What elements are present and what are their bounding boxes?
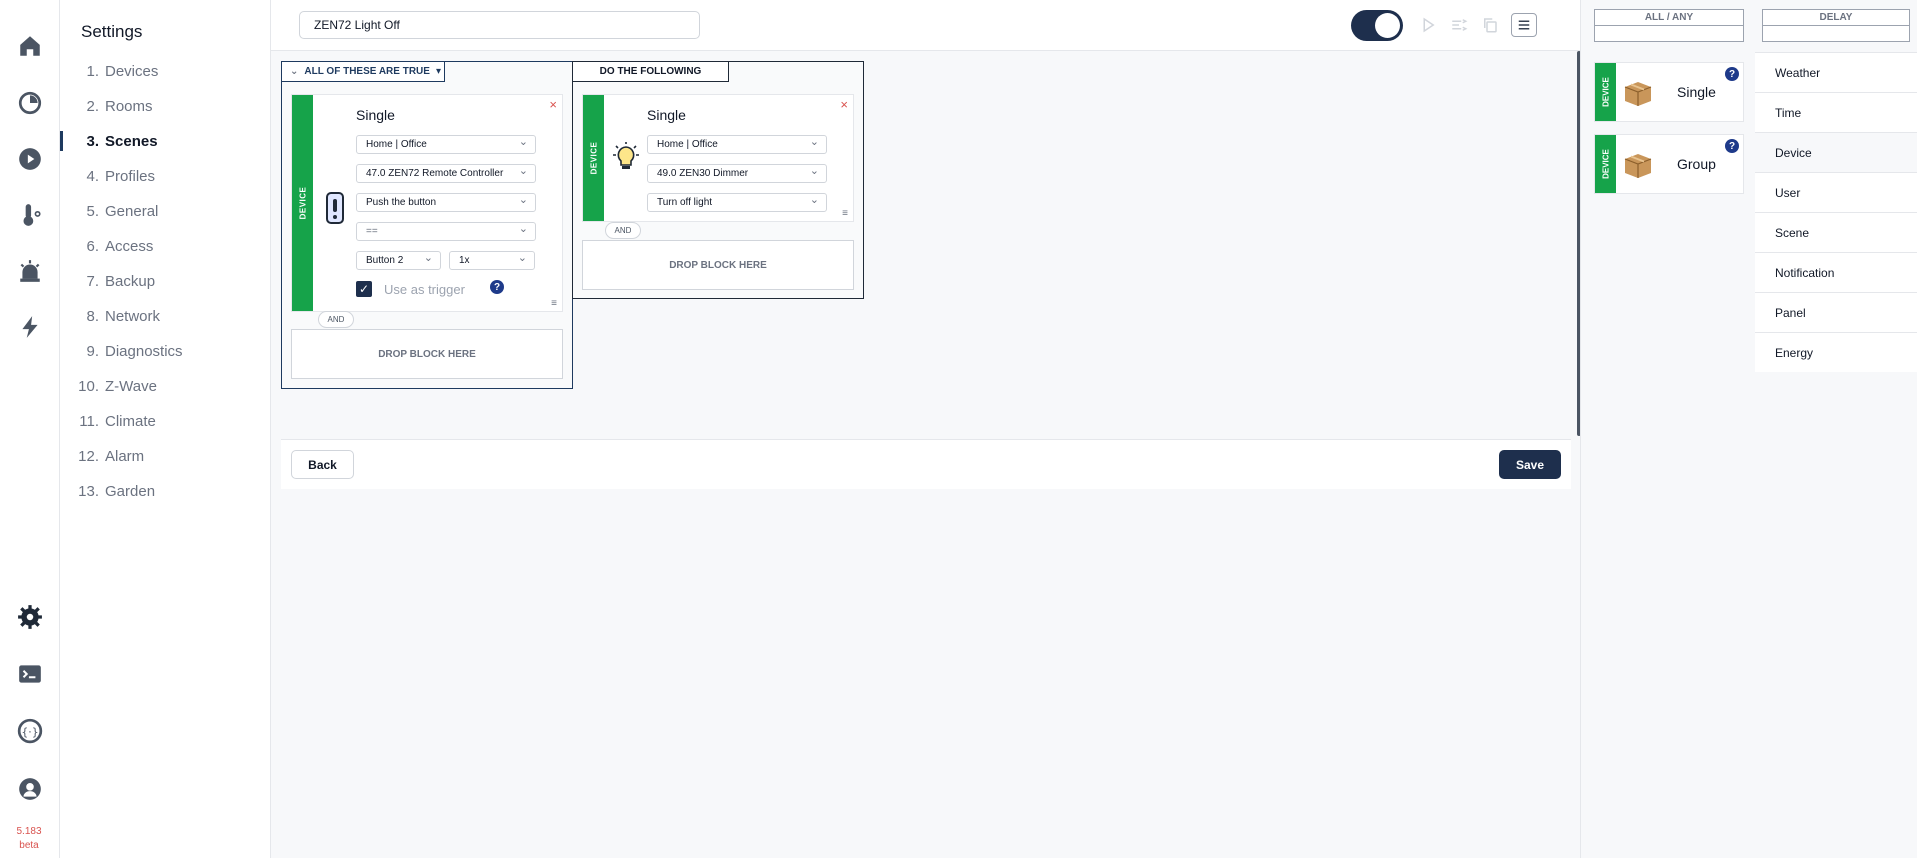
help-icon[interactable]: ?	[1725, 67, 1739, 81]
menu-item-network[interactable]: 8. Network	[60, 299, 271, 334]
conditions-mode-dropdown[interactable]: ⌄ ALL OF THESE ARE TRUE ▾	[281, 61, 445, 82]
action-device-card[interactable]: DEVICE × Single Home | Office 49.0 ZEN30…	[582, 94, 854, 222]
tab-delay[interactable]: DELAY	[1762, 9, 1910, 42]
operator-select[interactable]: ==	[356, 222, 536, 241]
menu-item-garden[interactable]: 13. Garden	[60, 474, 271, 509]
scene-enabled-toggle[interactable]	[1351, 10, 1403, 41]
scene-editor-canvas: ⌄ ALL OF THESE ARE TRUE ▾ DEVICE × Singl…	[271, 51, 1581, 858]
api-icon[interactable]: {·}	[16, 717, 44, 745]
user-icon[interactable]	[16, 775, 44, 803]
card-kind-label: Single	[356, 107, 395, 123]
category-scene[interactable]: Scene	[1755, 212, 1917, 252]
remove-condition-icon[interactable]: ×	[549, 97, 557, 112]
menu-item-profiles[interactable]: 4. Profiles	[60, 159, 271, 194]
thermometer-icon[interactable]	[16, 201, 44, 229]
settings-title: Settings	[81, 22, 143, 41]
use-as-trigger-label: Use as trigger	[384, 282, 465, 297]
chevron-down-icon: ⌄	[290, 66, 299, 77]
palette-block-single[interactable]: DEVICE Single ?	[1594, 62, 1744, 122]
actions-drop-zone[interactable]: DROP BLOCK HERE	[582, 240, 854, 290]
list-icon[interactable]	[1511, 13, 1537, 37]
count-select[interactable]: 1x	[449, 251, 535, 270]
property-select[interactable]: Push the button	[356, 193, 536, 212]
palette-categories: Weather Time Device User Scene Notificat…	[1755, 52, 1917, 372]
action-select[interactable]: Turn off light	[647, 193, 827, 212]
category-user[interactable]: User	[1755, 172, 1917, 212]
palette-block-name: Single	[1677, 84, 1716, 100]
run-icon[interactable]	[1417, 14, 1439, 36]
settings-menu: Settings 1. Devices 2. Rooms 3. Scenes 4. Pr…	[60, 0, 271, 858]
settings-menu-list: 1. Devices 2. Rooms 3. Scenes 4. Profiles 5.…	[60, 54, 271, 509]
shuffle-icon[interactable]	[1448, 14, 1470, 36]
save-button[interactable]: Save	[1499, 450, 1561, 479]
button-select[interactable]: Button 2	[356, 251, 441, 270]
room-select[interactable]: Home | Office	[356, 135, 536, 154]
tab-all-any[interactable]: ALL / ANY	[1594, 9, 1744, 42]
conditions-drop-zone[interactable]: DROP BLOCK HERE	[291, 329, 563, 379]
editor-footer: Back Save	[281, 439, 1571, 489]
device-select[interactable]: 47.0 ZEN72 Remote Controller	[356, 164, 536, 183]
and-connector: AND	[318, 311, 354, 328]
category-energy[interactable]: Energy	[1755, 332, 1917, 372]
scene-toolbar	[271, 0, 1580, 51]
gear-icon[interactable]	[16, 603, 44, 631]
device-strip: DEVICE	[583, 95, 604, 221]
package-icon	[1624, 154, 1652, 178]
copy-icon[interactable]	[1479, 14, 1501, 36]
menu-item-scenes[interactable]: 3. Scenes	[60, 124, 271, 159]
light-bulb-icon	[609, 141, 643, 175]
menu-item-access[interactable]: 6. Access	[60, 229, 271, 264]
condition-device-card[interactable]: DEVICE × Single Home | Office 47.0 ZEN72…	[291, 94, 563, 312]
remove-action-icon[interactable]: ×	[840, 97, 848, 112]
menu-item-alarm[interactable]: 12. Alarm	[60, 439, 271, 474]
alarm-icon[interactable]	[16, 257, 44, 285]
menu-item-devices[interactable]: 1. Devices	[60, 54, 271, 89]
menu-item-backup[interactable]: 7. Backup	[60, 264, 271, 299]
dashboard-icon[interactable]	[16, 89, 44, 117]
menu-item-rooms[interactable]: 2. Rooms	[60, 89, 271, 124]
svg-text:{·}: {·}	[21, 725, 38, 738]
device-strip: DEVICE	[1595, 63, 1616, 121]
category-weather[interactable]: Weather	[1755, 52, 1917, 92]
caret-down-icon: ▾	[435, 66, 441, 77]
category-device[interactable]: Device	[1755, 132, 1917, 172]
scene-name-input[interactable]	[299, 11, 700, 39]
device-strip: DEVICE	[1595, 135, 1616, 193]
help-icon[interactable]: ?	[1725, 139, 1739, 153]
menu-item-diagnostics[interactable]: 9. Diagnostics	[60, 334, 271, 369]
version-tag: beta	[19, 840, 39, 851]
menu-item-climate[interactable]: 11. Climate	[60, 404, 271, 439]
menu-item-general[interactable]: 5. General	[60, 194, 271, 229]
terminal-icon[interactable]	[16, 660, 44, 688]
icon-rail: {·} 5.183 beta	[0, 0, 60, 858]
play-icon[interactable]	[16, 145, 44, 173]
drag-handle-icon[interactable]: ≡	[842, 209, 848, 219]
palette-block-name: Group	[1677, 156, 1716, 172]
device-select[interactable]: 49.0 ZEN30 Dimmer	[647, 164, 827, 183]
device-strip: DEVICE	[292, 95, 313, 311]
drag-handle-icon[interactable]: ≡	[551, 299, 557, 309]
category-time[interactable]: Time	[1755, 92, 1917, 132]
help-icon[interactable]: ?	[490, 280, 504, 294]
room-select[interactable]: Home | Office	[647, 135, 827, 154]
category-notification[interactable]: Notification	[1755, 252, 1917, 292]
card-kind-label: Single	[647, 107, 686, 123]
actions-header: DO THE FOLLOWING	[572, 61, 729, 82]
use-as-trigger-checkbox[interactable]: ✓	[356, 281, 372, 297]
package-icon	[1624, 82, 1652, 106]
lightning-icon[interactable]	[16, 313, 44, 341]
category-panel[interactable]: Panel	[1755, 292, 1917, 332]
palette-block-group[interactable]: DEVICE Group ?	[1594, 134, 1744, 194]
back-button[interactable]: Back	[291, 450, 354, 479]
remote-controller-icon	[326, 192, 344, 224]
block-palette: ALL / ANY DELAY DEVICE Single ? DEVICE G…	[1580, 0, 1917, 858]
toggle-knob	[1375, 13, 1400, 38]
menu-item-z-wave[interactable]: 10. Z-Wave	[60, 369, 271, 404]
version-number: 5.183	[16, 826, 42, 837]
and-connector: AND	[605, 222, 641, 239]
home-icon[interactable]	[16, 32, 44, 60]
